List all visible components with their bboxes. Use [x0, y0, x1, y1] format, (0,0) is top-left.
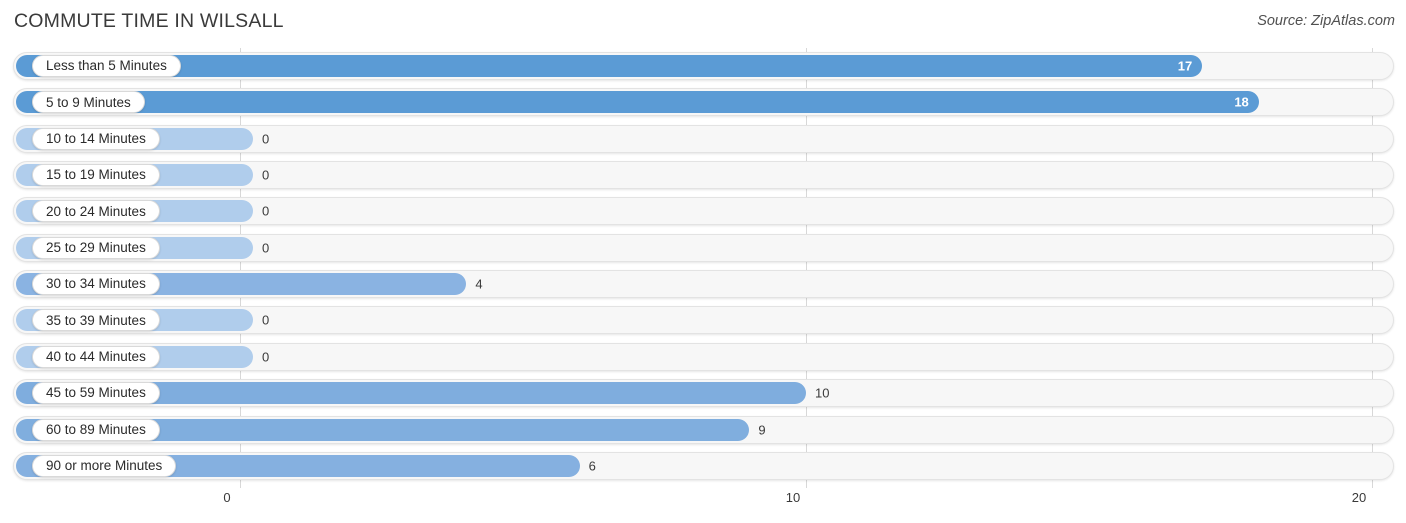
x-axis-tick-label: 10: [785, 490, 801, 505]
category-label: 15 to 19 Minutes: [46, 167, 146, 183]
x-axis-tick-label: 20: [1351, 490, 1367, 505]
category-label: Less than 5 Minutes: [46, 58, 167, 74]
x-axis-tick-label: 0: [223, 490, 231, 505]
category-label-pill[interactable]: 5 to 9 Minutes: [32, 91, 145, 114]
bar-value-label: 9: [758, 422, 766, 437]
chart-row[interactable]: 0 40 to 44 Minutes: [13, 342, 1394, 371]
chart-row[interactable]: 18 5 to 9 Minutes: [13, 88, 1394, 117]
chart-row[interactable]: 0 10 to 14 Minutes: [13, 124, 1394, 153]
bar: 18: [16, 91, 1259, 114]
bar-value-label: 6: [588, 458, 596, 474]
category-label-pill[interactable]: 10 to 14 Minutes: [32, 127, 160, 150]
bar-value-label: 17: [1177, 58, 1193, 74]
source-attribution: Source: ZipAtlas.com: [1257, 13, 1395, 29]
chart-row[interactable]: 10 45 to 59 Minutes: [13, 379, 1394, 408]
bar-value-label: 0: [262, 240, 270, 256]
chart-row[interactable]: 17 Less than 5 Minutes: [13, 52, 1394, 80]
category-label-pill[interactable]: 90 or more Minutes: [32, 454, 177, 477]
chart-row[interactable]: 0 35 to 39 Minutes: [13, 306, 1394, 335]
category-label: 60 to 89 Minutes: [46, 421, 146, 437]
category-label-pill[interactable]: 60 to 89 Minutes: [32, 418, 160, 441]
bar-value-label: 0: [262, 349, 270, 365]
category-label: 35 to 39 Minutes: [46, 312, 146, 328]
bar-value-label: 0: [262, 312, 270, 328]
category-label-pill[interactable]: 45 to 59 Minutes: [32, 382, 160, 405]
category-label: 10 to 14 Minutes: [46, 130, 146, 146]
chart-page: COMMUTE TIME IN WILSALL Source: ZipAtlas…: [0, 0, 1406, 523]
x-axis: 0 10 20: [0, 488, 1406, 523]
page-title: COMMUTE TIME IN WILSALL: [14, 10, 284, 32]
bar-value-label: 10: [815, 385, 830, 401]
category-label: 20 to 24 Minutes: [46, 203, 146, 219]
chart-row[interactable]: 4 30 to 34 Minutes: [13, 270, 1394, 299]
bar-value-label: 0: [262, 167, 270, 183]
category-label-pill[interactable]: 20 to 24 Minutes: [32, 200, 160, 223]
category-label-pill[interactable]: Less than 5 Minutes: [32, 55, 181, 77]
bar-value-label: 0: [262, 131, 270, 147]
chart-row[interactable]: 0 15 to 19 Minutes: [13, 161, 1394, 190]
category-label: 40 to 44 Minutes: [46, 349, 146, 365]
plot-area: 17 Less than 5 Minutes 18 5 to 9 Minutes 0 10…: [0, 48, 1406, 488]
bar-value-label: 0: [262, 203, 270, 219]
chart-row[interactable]: 0 20 to 24 Minutes: [13, 197, 1394, 226]
category-label-pill[interactable]: 30 to 34 Minutes: [32, 273, 160, 296]
bar: 17: [16, 55, 1203, 77]
category-label: 90 or more Minutes: [46, 458, 163, 474]
chart-row[interactable]: 6 90 or more Minutes: [13, 451, 1394, 480]
category-label: 25 to 29 Minutes: [46, 240, 146, 255]
chart-row[interactable]: 0 25 to 29 Minutes: [13, 233, 1394, 262]
category-label-pill[interactable]: 15 to 19 Minutes: [32, 164, 160, 187]
category-label: 5 to 9 Minutes: [46, 94, 131, 110]
category-label-pill[interactable]: 25 to 29 Minutes: [32, 236, 160, 259]
bar-value-label: 18: [1234, 94, 1249, 110]
category-label: 30 to 34 Minutes: [46, 276, 146, 292]
category-label: 45 to 59 Minutes: [46, 385, 146, 401]
bar-value-label: 4: [475, 276, 483, 292]
chart-row[interactable]: 9 60 to 89 Minutes: [13, 415, 1394, 444]
category-label-pill[interactable]: 35 to 39 Minutes: [32, 309, 160, 332]
category-label-pill[interactable]: 40 to 44 Minutes: [32, 345, 160, 368]
